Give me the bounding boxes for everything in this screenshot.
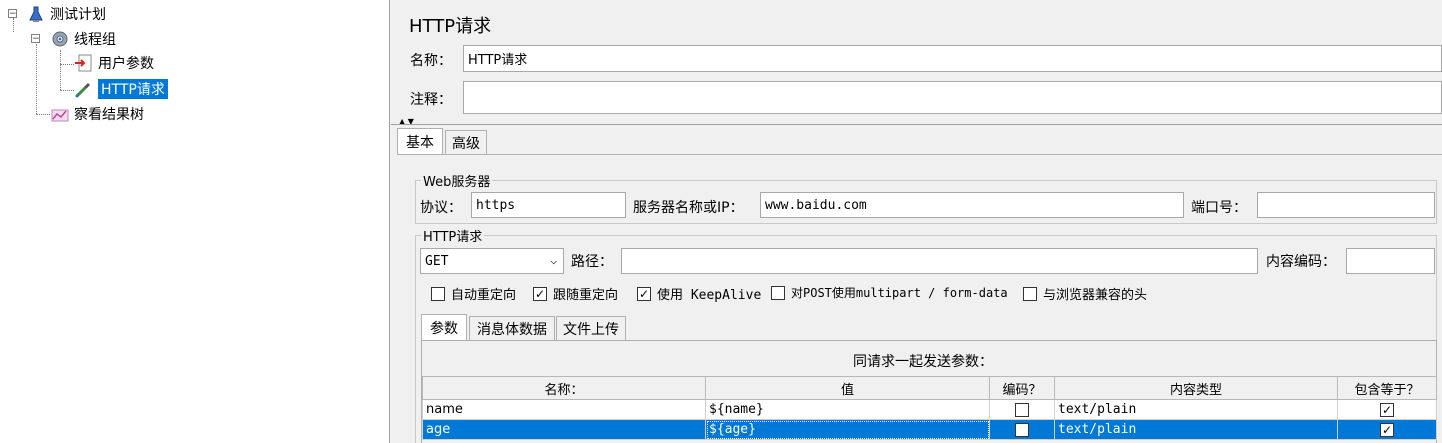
tree-item-thread-group[interactable]: 线程组 — [50, 28, 116, 50]
test-plan-icon — [26, 4, 46, 24]
divider — [391, 124, 1442, 125]
checkbox-label: 跟随重定向 — [553, 288, 619, 303]
tab-body-data[interactable]: 消息体数据 — [469, 316, 555, 340]
tree-item-user-params[interactable]: 用户参数 — [74, 52, 154, 74]
params-table[interactable]: 名称： 值 编码？ 内容类型 包含等于？ name ${name} text/p… — [422, 376, 1437, 440]
chart-icon — [50, 104, 70, 124]
http-request-panel: HTTP请求 名称： HTTP请求 注释： ▲ ▼ 基本 高级 Web服务器 协… — [391, 0, 1442, 443]
server-field[interactable]: www.baidu.com — [760, 192, 1184, 218]
path-label: 路径： — [571, 254, 613, 270]
multipart-checkbox[interactable]: 对POST使用multipart / form-data — [771, 284, 1008, 301]
test-plan-tree[interactable]: − − 测试计划 线程组 用户参数 HTTP请求 察看结果树 — [0, 0, 390, 443]
params-caption: 同请求一起发送参数： — [853, 354, 993, 370]
tree-item-label: HTTP请求 — [98, 79, 168, 99]
tree-item-label: 察看结果树 — [74, 107, 144, 123]
include-equals-cell[interactable]: ✓ — [1337, 419, 1437, 440]
checkbox-label: 对POST使用multipart / form-data — [791, 286, 1008, 300]
tree-item-view-results-tree[interactable]: 察看结果树 — [50, 103, 144, 125]
column-header-name[interactable]: 名称： — [422, 376, 706, 400]
pipette-icon — [74, 79, 94, 99]
auto-redirect-checkbox[interactable]: 自动重定向 — [431, 284, 516, 303]
tree-item-label: 线程组 — [74, 32, 116, 48]
param-name-cell[interactable]: age — [422, 419, 706, 440]
tree-item-label: 用户参数 — [98, 56, 154, 72]
user-params-icon — [74, 53, 94, 73]
column-header-value[interactable]: 值 — [705, 376, 990, 400]
checkmark-icon: ✓ — [637, 286, 651, 301]
column-header-include-equals[interactable]: 包含等于？ — [1337, 376, 1437, 400]
http-request-legend: HTTP请求 — [421, 226, 485, 245]
browser-headers-checkbox[interactable]: 与浏览器兼容的头 — [1023, 284, 1147, 303]
encode-cell[interactable] — [989, 419, 1055, 440]
checkbox-label: 与浏览器兼容的头 — [1043, 288, 1148, 303]
name-label: 名称： — [410, 53, 452, 69]
column-header-content-type[interactable]: 内容类型 — [1054, 376, 1338, 400]
table-header-row: 名称： 值 编码？ 内容类型 包含等于？ — [422, 376, 1437, 400]
encoding-field[interactable] — [1346, 248, 1435, 274]
chevron-down-icon: ⌵ — [550, 254, 557, 267]
tree-item-label: 测试计划 — [50, 7, 106, 23]
param-value-cell[interactable]: ${age} — [705, 419, 990, 440]
tree-item-test-plan[interactable]: 测试计划 — [26, 3, 106, 25]
param-value-cell[interactable]: ${name} — [705, 399, 990, 420]
column-header-encode[interactable]: 编码？ — [989, 376, 1055, 400]
web-server-legend: Web服务器 — [421, 171, 493, 190]
content-type-cell[interactable]: text/plain — [1054, 399, 1338, 420]
follow-redirect-checkbox[interactable]: ✓ 跟随重定向 — [533, 284, 618, 303]
checkbox-box[interactable] — [1015, 402, 1029, 417]
tab-advanced[interactable]: 高级 — [445, 130, 487, 154]
keepalive-checkbox[interactable]: ✓ 使用 KeepAlive — [637, 284, 761, 303]
page-title: HTTP请求 — [409, 16, 492, 37]
checkmark-icon[interactable]: ✓ — [1380, 402, 1394, 417]
checkbox-label: 使用 KeepAlive — [657, 288, 762, 303]
tab-basic[interactable]: 基本 — [397, 128, 443, 154]
checkbox-box[interactable] — [1015, 422, 1029, 437]
protocol-label: 协议： — [420, 200, 462, 216]
collapse-icon[interactable]: − — [8, 9, 17, 19]
method-value: GET — [425, 253, 449, 269]
tree-item-http-request[interactable]: HTTP请求 — [74, 78, 168, 100]
checkbox-box — [431, 286, 445, 301]
name-field[interactable]: HTTP请求 — [463, 45, 1442, 72]
gear-icon — [50, 29, 70, 49]
include-equals-cell[interactable]: ✓ — [1337, 399, 1437, 420]
encode-cell[interactable] — [989, 399, 1055, 420]
protocol-field[interactable]: https — [471, 192, 626, 218]
method-select[interactable]: GET ⌵ — [420, 248, 564, 274]
port-label: 端口号： — [1191, 200, 1247, 216]
checkbox-box — [771, 285, 785, 300]
path-field[interactable] — [621, 248, 1258, 274]
divider — [397, 154, 1442, 155]
tab-params[interactable]: 参数 — [421, 314, 467, 340]
checkbox-label: 自动重定向 — [451, 288, 517, 303]
content-type-cell[interactable]: text/plain — [1054, 419, 1338, 440]
checkbox-box — [1023, 286, 1037, 301]
checkmark-icon[interactable]: ✓ — [1380, 422, 1394, 437]
collapse-icon[interactable]: − — [31, 34, 40, 44]
tab-file-upload[interactable]: 文件上传 — [556, 316, 626, 340]
table-row[interactable]: name ${name} text/plain ✓ — [422, 399, 1437, 420]
server-label: 服务器名称或IP： — [633, 200, 744, 216]
param-name-cell[interactable]: name — [422, 399, 706, 420]
port-field[interactable] — [1257, 192, 1435, 218]
comment-field[interactable] — [463, 81, 1442, 114]
table-row[interactable]: age ${age} text/plain ✓ — [422, 419, 1437, 440]
checkmark-icon: ✓ — [533, 286, 547, 301]
encoding-label: 内容编码： — [1266, 254, 1336, 270]
comment-label: 注释： — [410, 92, 452, 108]
